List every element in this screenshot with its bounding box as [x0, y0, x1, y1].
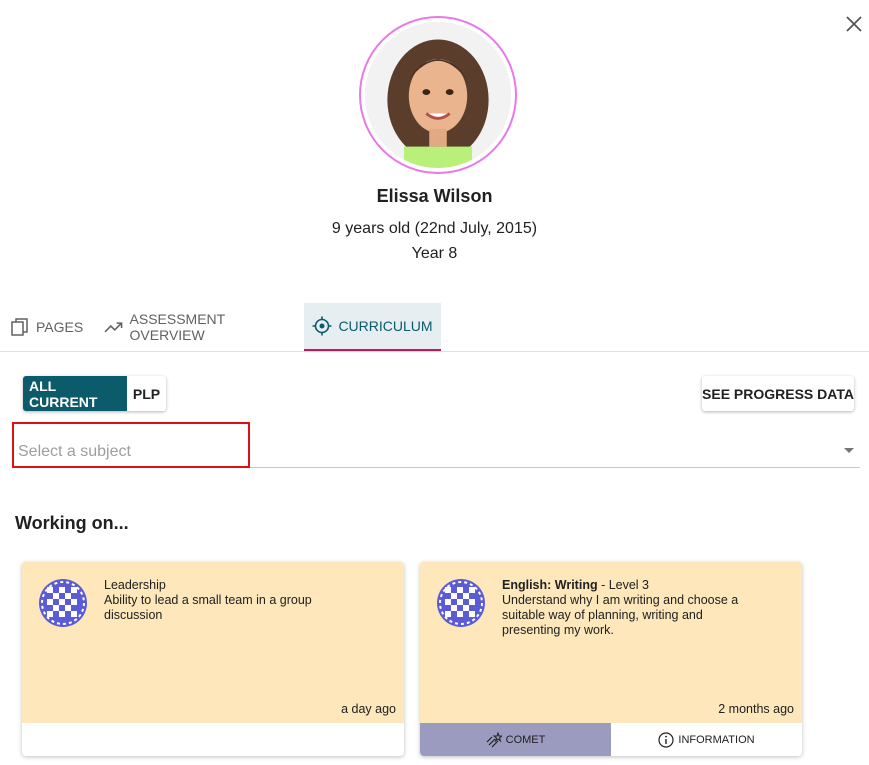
curriculum-card[interactable]: Leadership Ability to lead a small team … — [22, 562, 404, 756]
target-icon — [312, 316, 332, 336]
tab-pages[interactable]: PAGES — [10, 303, 90, 351]
tab-assessment-overview[interactable]: ASSESSMENT OVERVIEW — [104, 303, 300, 351]
plp-button[interactable]: PLP — [127, 376, 166, 411]
information-label: INFORMATION — [678, 733, 755, 746]
information-button[interactable]: INFORMATION — [611, 723, 802, 756]
subject-select[interactable]: Select a subject — [14, 432, 860, 468]
card-text: Leadership Ability to lead a small team … — [104, 578, 344, 623]
card-footer: COMET INFORMATION — [420, 723, 802, 756]
card-description: Understand why I am writing and choose a… — [502, 593, 739, 637]
curriculum-card[interactable]: English: Writing - Level 3 Understand wh… — [420, 562, 802, 756]
student-avatar — [359, 16, 517, 174]
card-subject: English: Writing — [502, 578, 598, 592]
card-footer — [22, 723, 404, 756]
info-icon — [658, 731, 675, 748]
comet-icon — [486, 731, 502, 747]
tab-curriculum-label: CURRICULUM — [338, 318, 433, 334]
avatar-photo — [365, 22, 511, 168]
card-time: a day ago — [341, 702, 396, 716]
profile-tabs: PAGES ASSESSMENT OVERVIEW CURRICULUM — [0, 303, 869, 352]
section-title: Working on... — [15, 513, 129, 533]
card-subject: Leadership — [104, 578, 166, 592]
card-description: Ability to lead a small team in a group … — [104, 593, 312, 622]
card-level: - Level 3 — [597, 578, 650, 592]
filter-toggle-group: ALL CURRENT PLP — [23, 376, 166, 411]
close-button[interactable] — [842, 12, 866, 36]
tab-curriculum[interactable]: CURRICULUM — [304, 303, 441, 351]
card-time: 2 months ago — [718, 702, 794, 716]
pages-icon — [11, 318, 28, 336]
student-year: Year 8 — [411, 245, 458, 262]
comet-label: COMET — [505, 733, 546, 746]
pattern-badge-icon — [436, 578, 486, 628]
all-current-button[interactable]: ALL CURRENT — [23, 376, 127, 411]
card-body: English: Writing - Level 3 Understand wh… — [420, 562, 802, 723]
pattern-badge-icon — [38, 578, 88, 628]
tab-assessment-label: ASSESSMENT OVERVIEW — [129, 311, 225, 343]
subject-select-placeholder: Select a subject — [18, 443, 131, 460]
dropdown-arrow-icon — [844, 448, 854, 453]
card-heading: English: Writing - Level 3 — [502, 578, 742, 593]
card-body: Leadership Ability to lead a small team … — [22, 562, 404, 723]
see-progress-data-button[interactable]: SEE PROGRESS DATA — [702, 376, 854, 411]
trending-up-icon — [104, 322, 123, 333]
comet-button[interactable]: COMET — [420, 723, 611, 756]
card-text: English: Writing - Level 3 Understand wh… — [502, 578, 742, 638]
student-age: 9 years old (22nd July, 2015) — [331, 220, 538, 237]
close-icon — [846, 16, 862, 32]
student-name: Elissa Wilson — [376, 186, 493, 206]
tab-pages-label: PAGES — [36, 319, 84, 335]
